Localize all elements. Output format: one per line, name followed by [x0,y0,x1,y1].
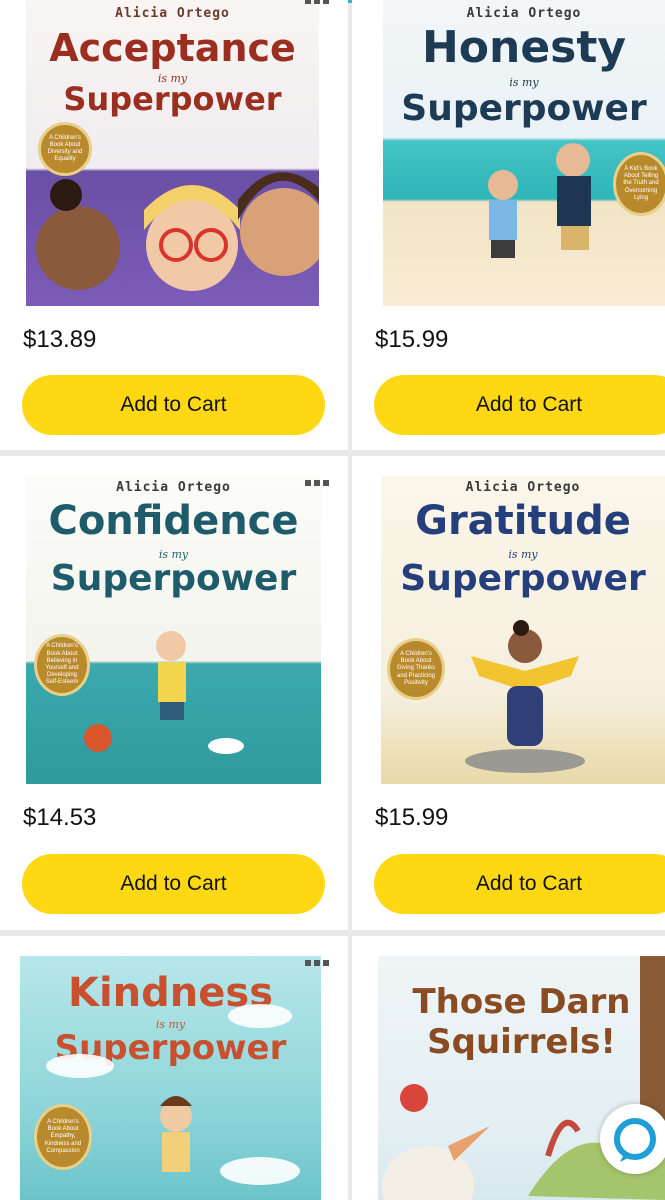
cover-illustration-child [465,620,585,773]
product-card-acceptance[interactable]: Alicia Ortego Acceptance is my Superpowe… [0,0,348,450]
product-price: $14.53 [23,804,97,831]
alexa-icon[interactable] [600,1104,665,1174]
more-options-icon[interactable] [300,476,334,490]
book-cover-kindness[interactable]: Kindness is my Superpower A Children's B… [20,956,321,1200]
cover-illustration-child [46,1004,300,1185]
product-card-honesty[interactable]: Alicia Ortego Honesty is my Superpower A… [352,0,665,450]
product-price: $13.89 [23,326,97,353]
alexa-ring-icon [614,1118,656,1162]
more-options-icon[interactable] [300,0,334,8]
add-to-cart-button[interactable]: Add to Cart [374,375,665,435]
product-card-confidence[interactable]: Alicia Ortego Confidence is my Superpowe… [0,456,348,930]
cover-illustration-children [36,172,319,291]
add-to-cart-button[interactable]: Add to Cart [374,854,665,914]
add-to-cart-button[interactable]: Add to Cart [22,375,325,435]
product-card-kindness[interactable]: Kindness is my Superpower A Children's B… [0,936,348,1200]
add-to-cart-button[interactable]: Add to Cart [22,854,325,914]
book-cover-gratitude[interactable]: Alicia Ortego Gratitude is my Superpower… [381,476,665,784]
cover-illustration-child [84,631,244,754]
product-price: $15.99 [375,804,449,831]
product-card-gratitude[interactable]: Alicia Ortego Gratitude is my Superpower… [352,456,665,930]
book-cover-honesty[interactable]: Alicia Ortego Honesty is my Superpower A… [383,0,665,306]
product-price: $15.99 [375,326,449,353]
more-options-icon[interactable] [300,956,334,970]
book-cover-acceptance[interactable]: Alicia Ortego Acceptance is my Superpowe… [26,0,319,306]
cover-illustration-children [488,143,591,258]
book-cover-confidence[interactable]: Alicia Ortego Confidence is my Superpowe… [26,476,321,784]
